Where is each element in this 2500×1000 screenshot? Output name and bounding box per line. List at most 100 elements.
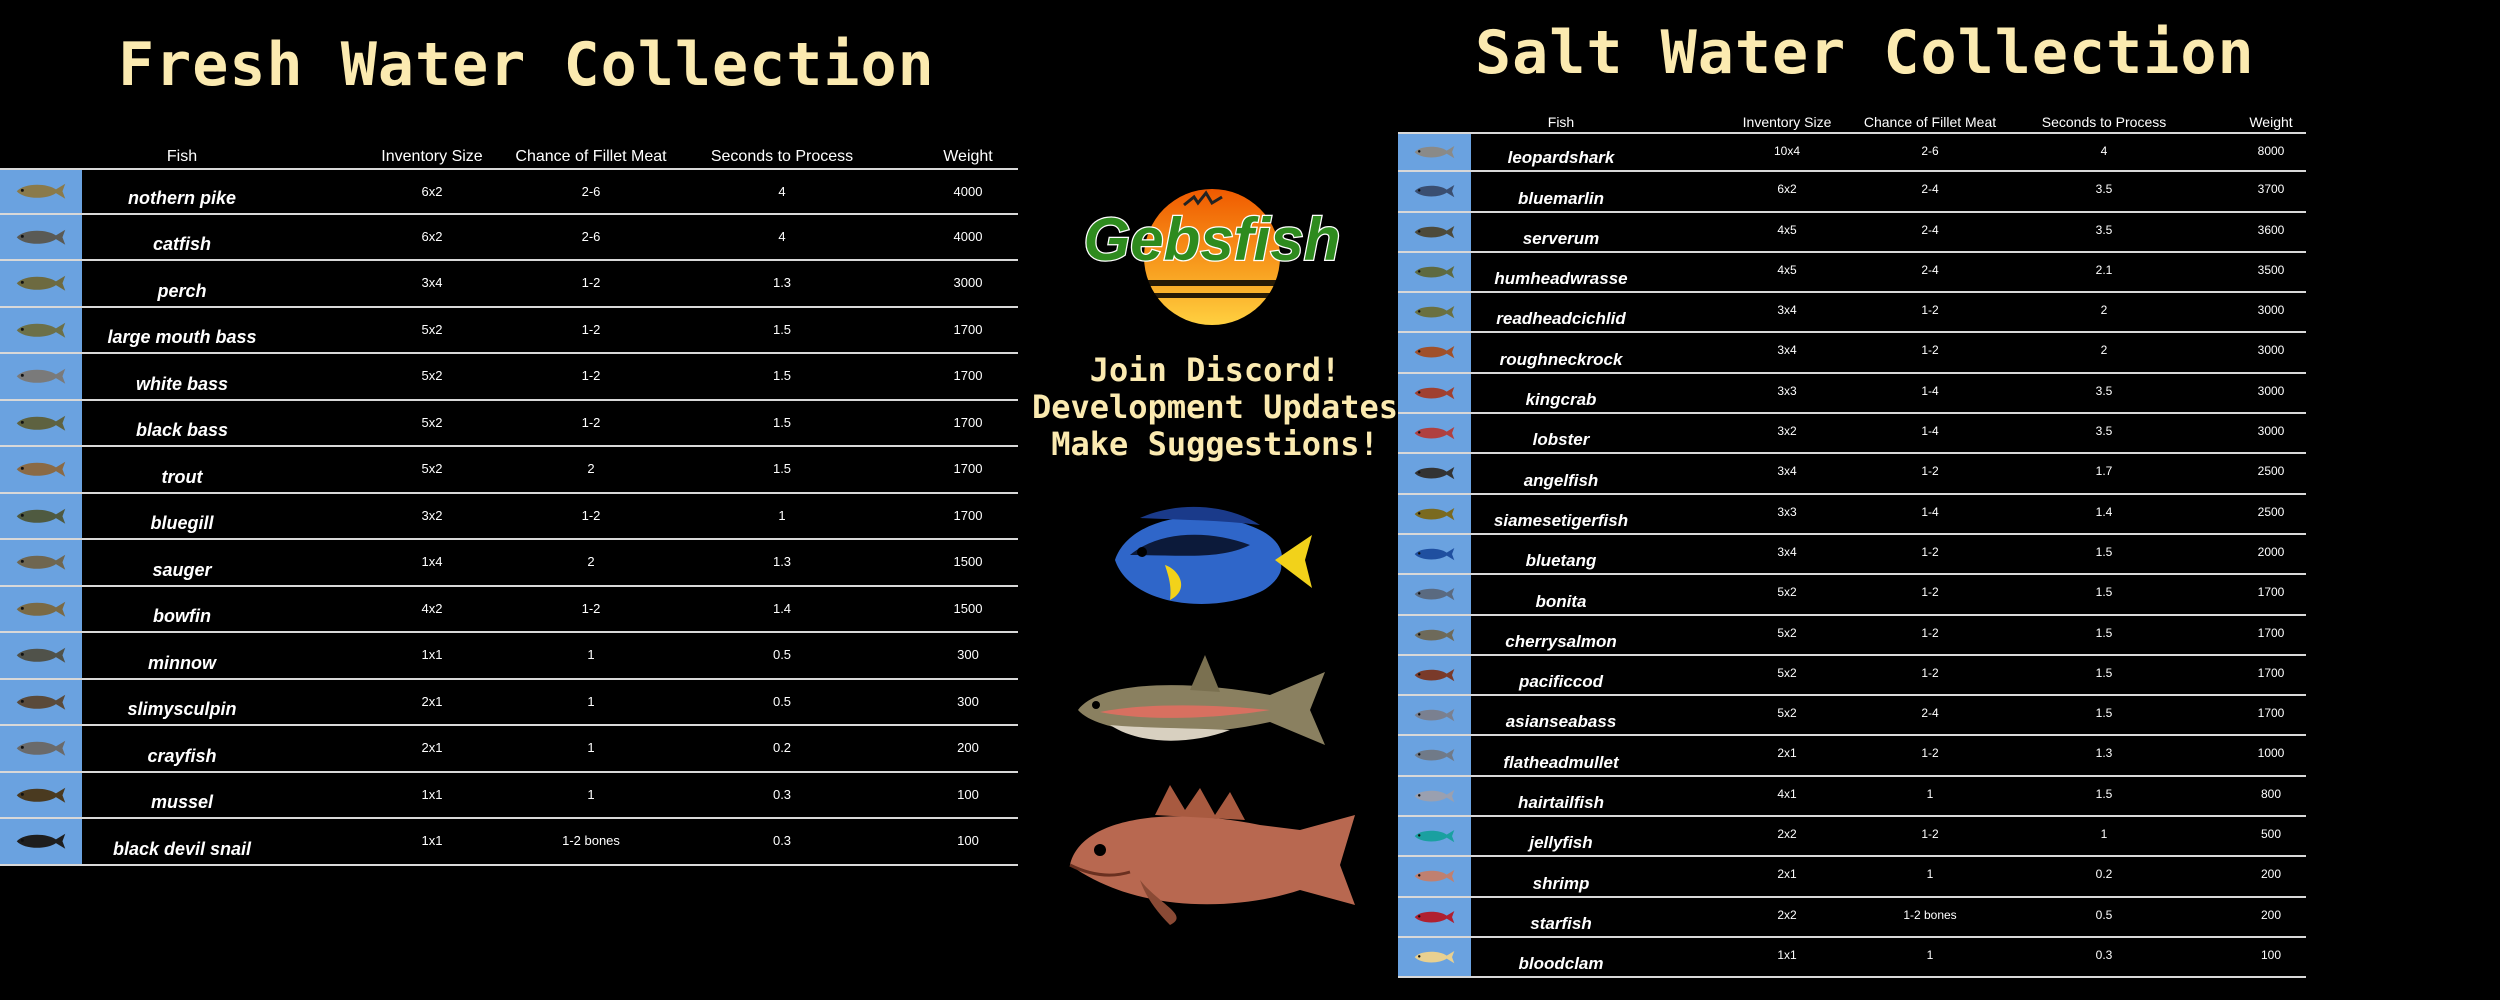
table-row[interactable]: trout 5x2 2 1.5 1700 [0,447,1018,494]
table-row[interactable]: leopardshark 10x4 2-6 4 8000 [1398,132,2306,173]
table-row[interactable]: white bass 5x2 1-2 1.5 1700 [0,354,1018,401]
weight-value: 2500 [2257,504,2285,519]
inventory-size: 6x2 [421,184,443,199]
table-row[interactable]: pacificcod 5x2 1-2 1.5 1700 [1398,655,2306,697]
crayfish-icon [16,740,66,756]
weight-value: 3000 [2257,303,2285,318]
inventory-size: 2x1 [421,740,443,755]
seconds-to-process: 0.3 [2095,947,2113,962]
table-row[interactable]: bluegill 3x2 1-2 1 1700 [0,493,1018,540]
fish-icon-cell [1398,575,1471,614]
gebsfish-logo[interactable]: Gebsfish [1072,185,1352,335]
discord-promo[interactable]: Join Discord! Development Updates Make S… [1030,352,1400,463]
inventory-size: 4x5 [1777,222,1797,237]
weight-value: 200 [2260,867,2282,882]
fish-icon-cell [0,772,82,817]
table-row[interactable]: catfish 6x2 2-6 4 4000 [0,214,1018,261]
table-row[interactable]: nothern pike 6x2 2-6 4 4000 [0,168,1018,215]
sauger-icon [16,554,66,570]
inventory-size: 6x2 [1777,182,1797,197]
fresh-table-header: Fish Inventory Size Chance of Fillet Mea… [0,146,1018,168]
table-row[interactable]: cherrysalmon 5x2 1-2 1.5 1700 [1398,615,2306,656]
table-row[interactable]: bonita 5x2 1-2 1.5 1700 [1398,575,2306,616]
table-row[interactable]: large mouth bass 5x2 1-2 1.5 1700 [0,307,1018,354]
fish-icon-cell [1398,293,1471,332]
table-row[interactable]: hairtailfish 4x1 1 1.5 800 [1398,776,2306,818]
weight-value: 1700 [953,368,983,383]
fish-icon-cell [0,493,82,538]
table-row[interactable]: lobster 3x2 1-4 3.5 3000 [1398,414,2306,455]
table-row[interactable]: slimysculpin 2x1 1 0.5 300 [0,679,1018,726]
fillet-chance: 1-2 [1921,827,1939,842]
seconds-to-process: 1.5 [772,461,792,476]
weight-value: 3000 [2257,343,2285,358]
fillet-chance: 2-4 [1921,182,1939,197]
table-row[interactable]: flatheadmullet 2x1 1-2 1.3 1000 [1398,736,2306,777]
table-row[interactable]: black devil snail 1x1 1-2 bones 0.3 100 [0,819,1018,866]
seconds-to-process: 4 [778,228,786,244]
salt-table: Fish Inventory Size Chance of Fillet Mea… [1398,114,2306,979]
weight-value: 300 [957,647,979,662]
seconds-to-process: 1 [778,507,786,523]
table-row[interactable]: mussel 1x1 1 0.3 100 [0,772,1018,819]
largemouth-bass-icon [16,322,66,338]
fillet-chance: 1-2 [581,368,601,383]
fish-name: leopardshark [1507,148,1615,168]
table-row[interactable]: bloodclam 1x1 1 0.3 100 [1398,937,2306,979]
table-row[interactable]: humheadwrasse 4x5 2-4 2.1 3500 [1398,252,2306,294]
seconds-to-process: 0.5 [772,647,792,662]
fillet-chance: 1 [587,693,595,709]
weight-value: 800 [2260,786,2282,801]
table-row[interactable]: starfish 2x2 1-2 bones 0.5 200 [1398,897,2306,938]
fillet-chance: 1-2 [1921,665,1939,680]
table-row[interactable]: roughneckrock 3x4 1-2 2 3000 [1398,333,2306,374]
salt-title: Salt Water Collection [1475,18,2255,88]
fish-icon-cell [1398,776,1471,816]
table-row[interactable]: bowfin 4x2 1-2 1.4 1500 [0,586,1018,633]
salt-table-header: Fish Inventory Size Chance of Fillet Mea… [1398,114,2306,132]
asian-seabass-icon [1414,709,1455,722]
table-row[interactable]: bluemarlin 6x2 2-4 3.5 3700 [1398,172,2306,213]
col-header-inventory: Inventory Size [381,148,483,165]
table-row[interactable]: minnow 1x1 1 0.5 300 [0,633,1018,680]
fresh-title: Fresh Water Collection [118,30,935,100]
seconds-to-process: 2 [2100,303,2108,318]
blood-clam-icon [1414,950,1455,964]
fillet-chance: 2-4 [1921,262,1939,277]
inventory-size: 2x1 [1777,867,1797,882]
inventory-size: 10x4 [1773,144,1801,158]
weight-value: 1700 [2257,585,2285,600]
fillet-chance: 1-2 [581,275,601,290]
table-row[interactable]: bluetang 3x4 1-2 1.5 2000 [1398,534,2306,576]
col-header-fillet: Chance of Fillet Meat [515,148,667,165]
seconds-to-process: 3.5 [2095,182,2113,197]
table-row[interactable]: shrimp 2x1 1 0.2 200 [1398,857,2306,898]
table-row[interactable]: asianseabass 5x2 2-4 1.5 1700 [1398,696,2306,737]
weight-value: 4000 [953,184,983,199]
inventory-size: 2x1 [1777,746,1797,761]
table-row[interactable]: crayfish 2x1 1 0.2 200 [0,726,1018,773]
fish-icon-cell [0,819,82,864]
table-row[interactable]: angelfish 3x4 1-2 1.7 2500 [1398,454,2306,495]
fish-name: mussel [150,792,214,812]
weight-value: 1700 [953,414,983,430]
table-row[interactable]: readheadcichlid 3x4 1-2 2 3000 [1398,293,2306,334]
col-header-weight: Weight [943,148,993,165]
table-row[interactable]: serverum 4x5 2-4 3.5 3600 [1398,212,2306,253]
fish-icon-cell [1398,655,1471,695]
starfish-icon [1414,910,1455,923]
fresh-table: Fish Inventory Size Chance of Fillet Mea… [0,146,1018,866]
fish-icon-cell [0,679,82,724]
table-row[interactable]: kingcrab 3x3 1-4 3.5 3000 [1398,373,2306,415]
table-row[interactable]: sauger 1x4 2 1.3 1500 [0,540,1018,587]
inventory-size: 1x1 [421,833,443,848]
fish-name: slimysculpin [127,699,237,719]
flathead-mullet-icon [1414,749,1455,762]
table-row[interactable]: siamesetigerfish 3x3 1-4 1.4 2500 [1398,494,2306,535]
table-row[interactable]: jellyfish 2x2 1-2 1 500 [1398,817,2306,858]
fillet-chance: 2-4 [1921,222,1939,237]
table-row[interactable]: perch 3x4 1-2 1.3 3000 [0,261,1018,308]
weight-value: 3000 [2257,383,2285,398]
table-row[interactable]: black bass 5x2 1-2 1.5 1700 [0,400,1018,447]
fish-icon-cell [1398,615,1471,654]
